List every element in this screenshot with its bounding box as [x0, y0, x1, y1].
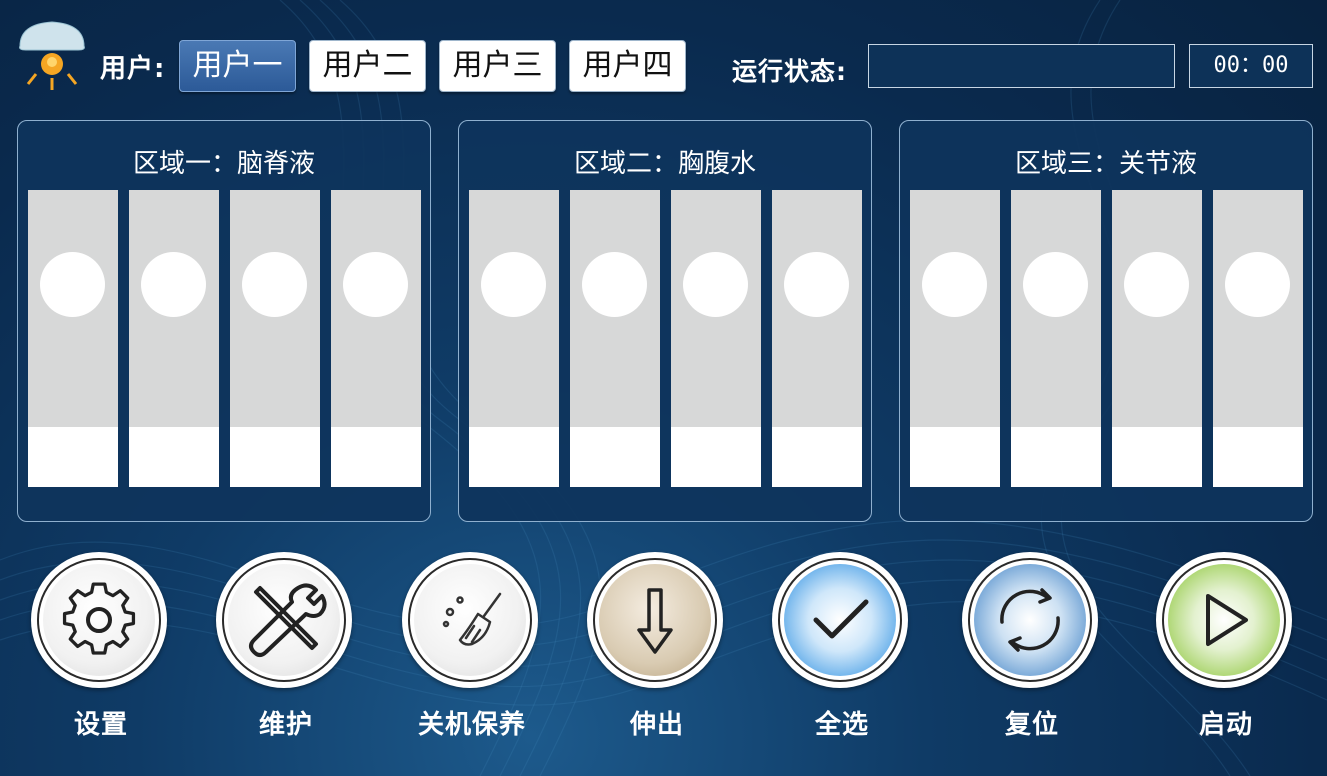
region-panel-3: 区域三：关节液 — [899, 120, 1313, 522]
sample-slot — [40, 252, 105, 317]
sample-slot — [582, 252, 647, 317]
sample-lane[interactable] — [469, 190, 559, 487]
sample-slot — [784, 252, 849, 317]
settings-button[interactable]: 设置 — [31, 552, 171, 742]
user-button-1[interactable]: 用户一 — [179, 40, 296, 92]
lane-base — [772, 427, 862, 487]
wrench-screwdriver-icon — [249, 583, 327, 657]
lane-base — [1213, 427, 1303, 487]
sample-slot — [683, 252, 748, 317]
select-all-label: 全选 — [814, 710, 869, 740]
panel-title: 区域二：胸腹水 — [573, 149, 756, 179]
maintenance-ring[interactable] — [216, 552, 352, 688]
lane-base — [28, 427, 118, 487]
sample-lane[interactable] — [910, 190, 1000, 487]
sample-slot — [343, 252, 408, 317]
lane-base — [671, 427, 761, 487]
select-all-ring[interactable] — [772, 552, 908, 688]
status-display — [868, 44, 1175, 88]
reset-button[interactable]: 复位 — [962, 552, 1102, 742]
select-all-button[interactable]: 全选 — [772, 552, 912, 742]
lane-base — [331, 427, 421, 487]
shutdown-maintenance-ring[interactable] — [402, 552, 538, 688]
sample-slot — [481, 252, 546, 317]
gear-icon — [62, 582, 136, 655]
play-icon — [1206, 594, 1248, 646]
sample-lane[interactable] — [1011, 190, 1101, 487]
user-button-3[interactable]: 用户三 — [439, 40, 556, 92]
sample-lane[interactable] — [772, 190, 862, 487]
user-button-4[interactable]: 用户四 — [569, 40, 686, 92]
panel-title: 区域一：脑脊液 — [132, 149, 315, 179]
sample-lane[interactable] — [331, 190, 421, 487]
lane-base — [1011, 427, 1101, 487]
start-label: 启动 — [1198, 710, 1253, 740]
reset-ring[interactable] — [962, 552, 1098, 688]
lane-base — [230, 427, 320, 487]
lane-base — [469, 427, 559, 487]
time-display: 00：00 — [1189, 44, 1313, 88]
extend-ring[interactable] — [587, 552, 723, 688]
panel-title: 区域三：关节液 — [1014, 149, 1197, 179]
reset-label: 复位 — [1004, 710, 1059, 740]
user-button-2[interactable]: 用户二 — [309, 40, 426, 92]
lane-base — [570, 427, 660, 487]
sample-slot — [141, 252, 206, 317]
lane-base — [1112, 427, 1202, 487]
extend-button[interactable]: 伸出 — [587, 552, 727, 742]
sample-lane[interactable] — [671, 190, 761, 487]
lane-base — [910, 427, 1000, 487]
user-label: 用户: — [100, 54, 166, 84]
start-button[interactable]: 启动 — [1156, 552, 1296, 742]
app-logo-lamp-icon — [16, 18, 88, 94]
checkmark-icon — [813, 599, 869, 639]
start-ring[interactable] — [1156, 552, 1292, 688]
sample-slot — [1023, 252, 1088, 317]
sample-lane[interactable] — [230, 190, 320, 487]
status-label: 运行状态: — [732, 57, 847, 86]
sample-slot — [1225, 252, 1290, 317]
broom-icon — [442, 592, 502, 646]
sample-lane[interactable] — [129, 190, 219, 487]
shutdown-maintenance-button[interactable]: 关机保养 — [402, 552, 542, 742]
refresh-icon — [1000, 588, 1060, 652]
settings-ring[interactable] — [31, 552, 167, 688]
maintenance-button[interactable]: 维护 — [216, 552, 356, 742]
sample-lane[interactable] — [1112, 190, 1202, 487]
sample-lane[interactable] — [1213, 190, 1303, 487]
region-panel-1: 区域一：脑脊液 — [17, 120, 431, 522]
sample-slot — [922, 252, 987, 317]
sample-lane[interactable] — [570, 190, 660, 487]
sample-slot — [242, 252, 307, 317]
sample-slot — [1124, 252, 1189, 317]
sample-lane[interactable] — [28, 190, 118, 487]
region-panel-2: 区域二：胸腹水 — [458, 120, 872, 522]
arrow-down-icon — [637, 588, 673, 654]
lane-base — [129, 427, 219, 487]
